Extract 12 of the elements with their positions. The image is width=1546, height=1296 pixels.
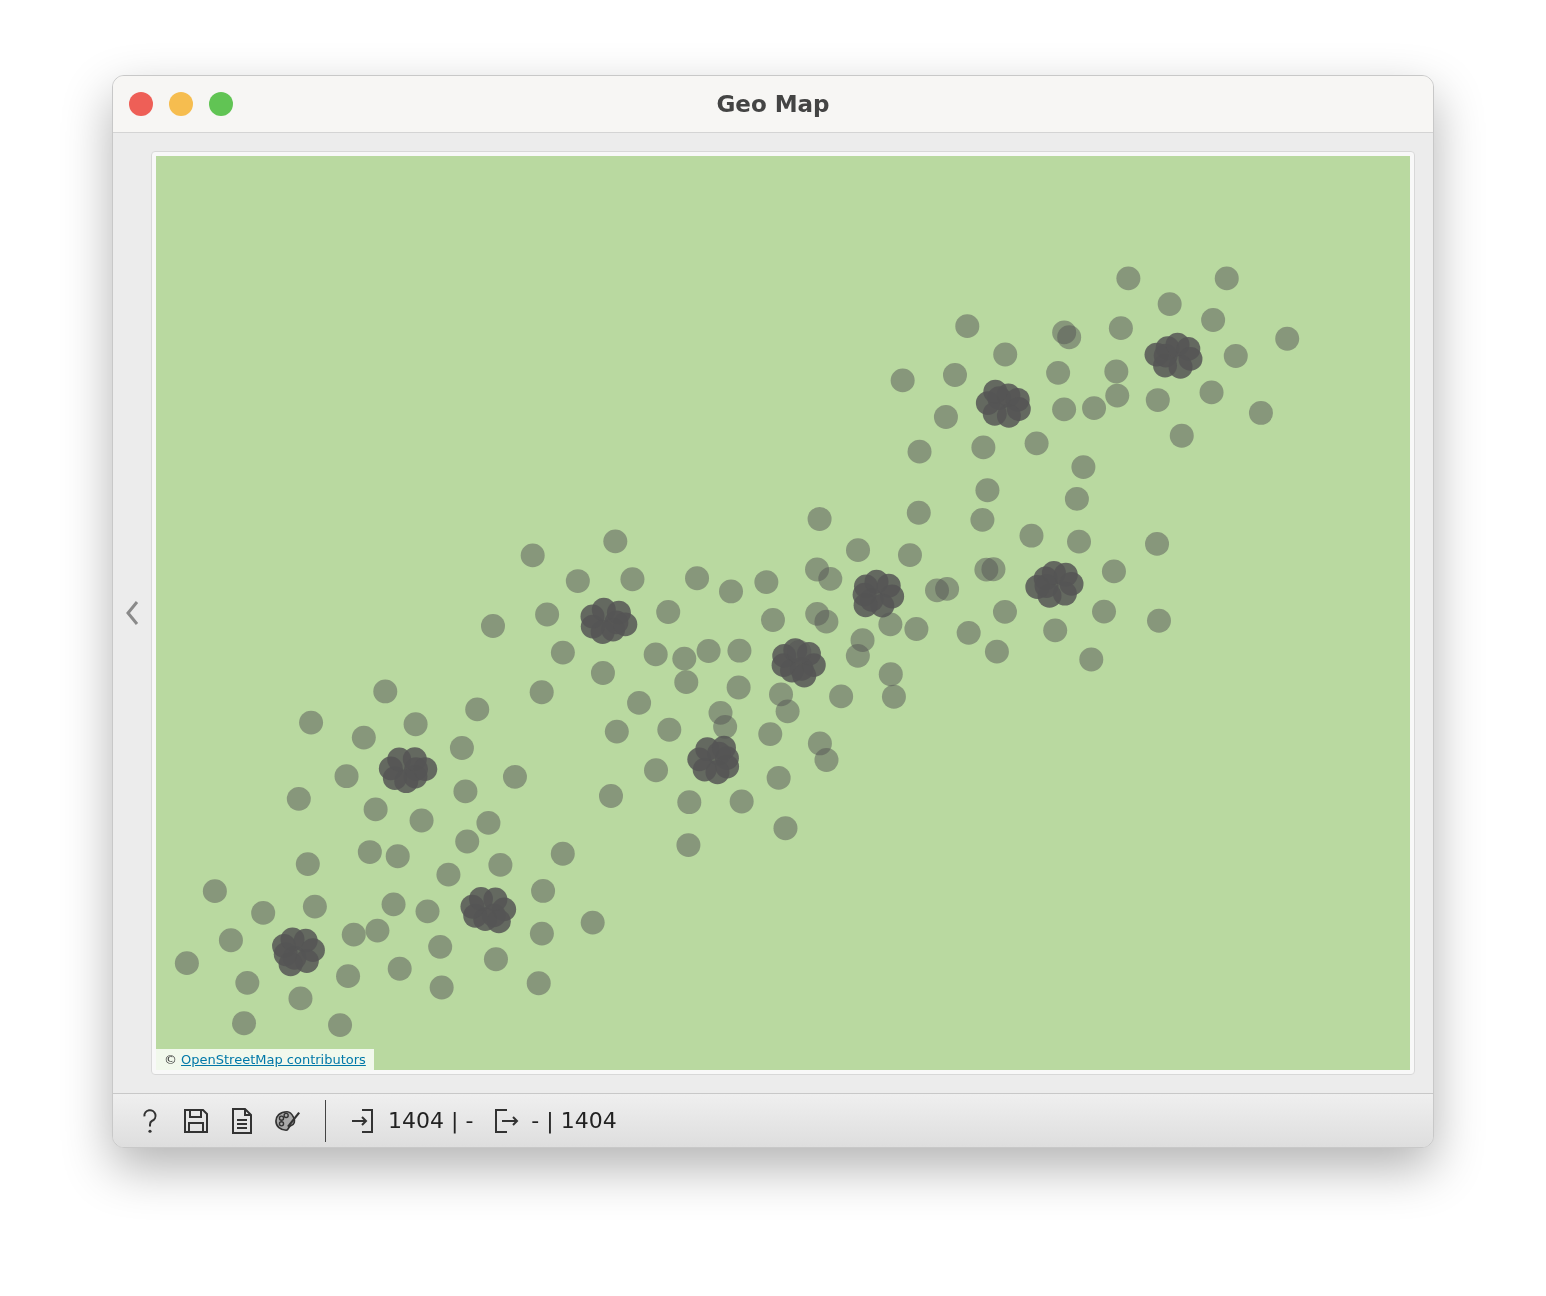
close-button[interactable] xyxy=(129,92,153,116)
map-placeholder[interactable]: © OpenStreetMap contributors xyxy=(156,156,1410,1070)
copyright-sign: © xyxy=(164,1052,177,1067)
input-icon xyxy=(350,1107,376,1134)
output-summary: - | 1404 xyxy=(531,1108,617,1133)
save-icon[interactable] xyxy=(183,1107,209,1134)
collapse-chevron-icon[interactable] xyxy=(125,600,139,626)
report-icon[interactable] xyxy=(229,1107,255,1134)
output-icon xyxy=(493,1107,520,1134)
input-summary: 1404 | - xyxy=(388,1108,474,1133)
window-title: Geo Map xyxy=(715,91,831,117)
openstreetmap-link[interactable]: OpenStreetMap contributors xyxy=(181,1052,366,1067)
